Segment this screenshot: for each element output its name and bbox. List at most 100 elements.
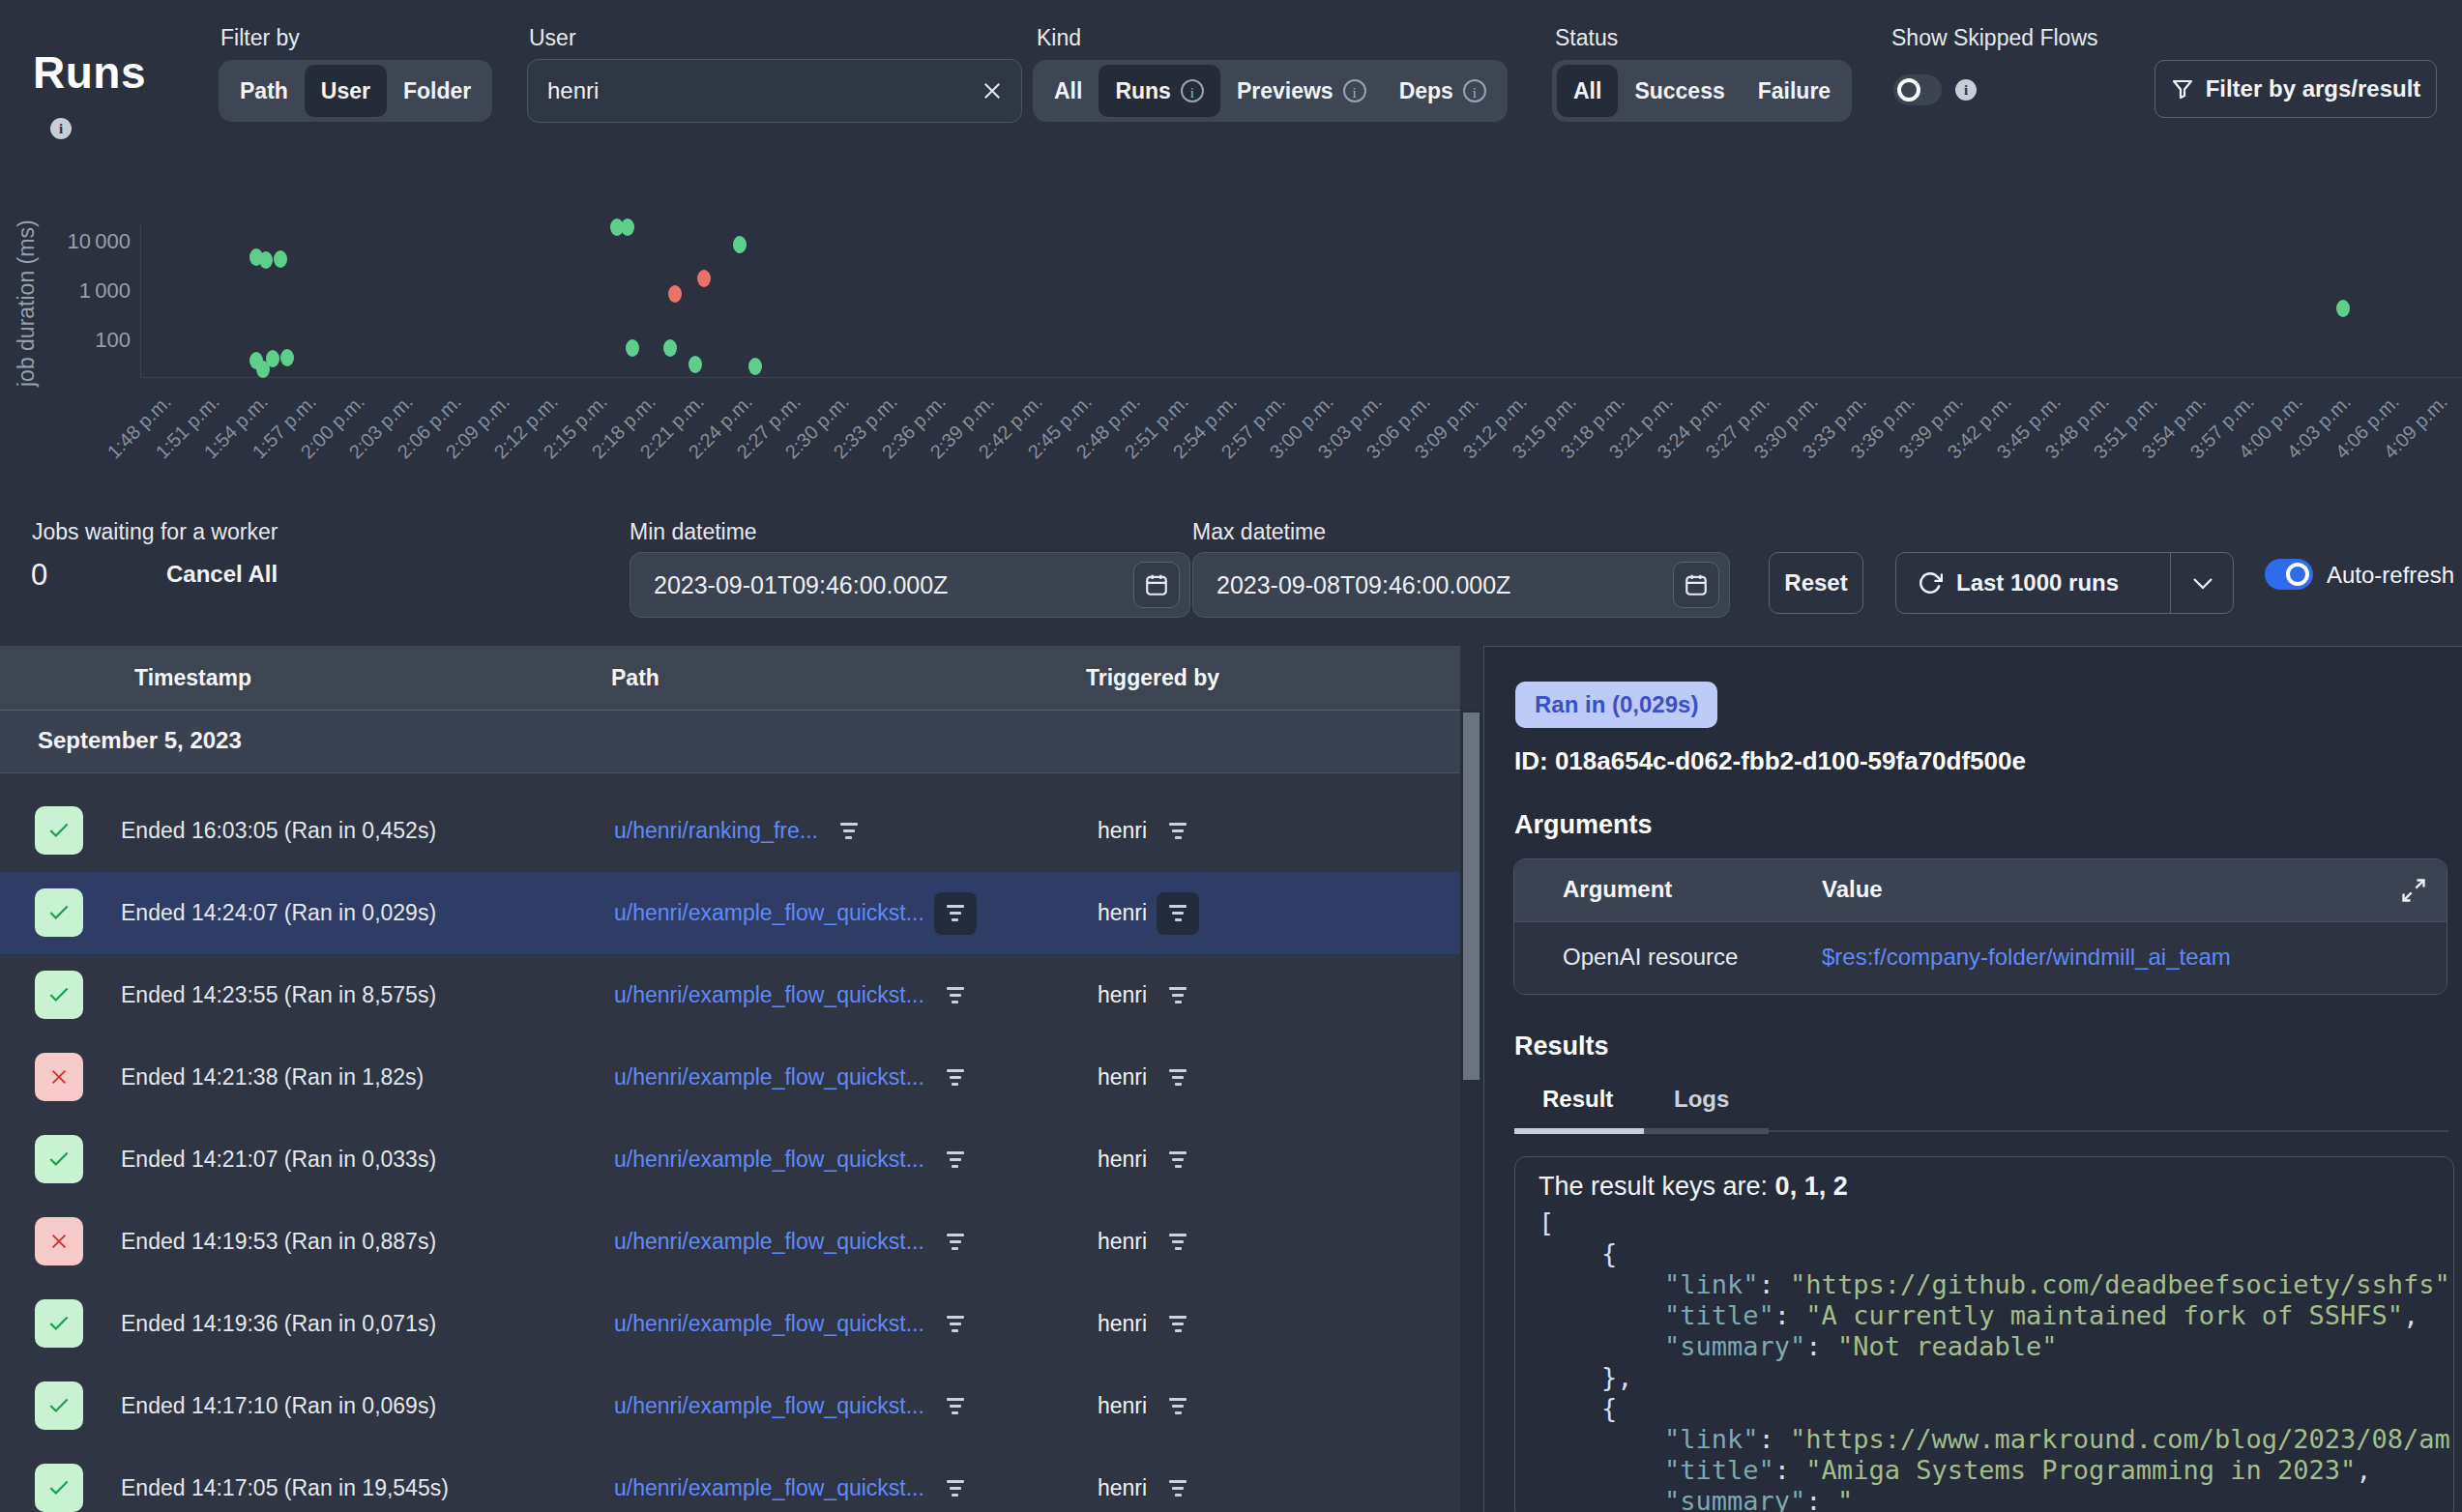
clear-user-filter-icon[interactable] [982, 81, 1002, 101]
deps-info-icon[interactable]: i [1463, 79, 1486, 102]
kind-option-runs[interactable]: Runsi [1099, 65, 1220, 117]
filter-by-path-icon[interactable] [934, 1385, 977, 1428]
failure-icon [35, 1053, 83, 1101]
run-row[interactable]: Ended 14:23:55 (Ran in 8,575s)u/henri/ex… [0, 954, 1460, 1036]
run-path-link[interactable]: u/henri/example_flow_quickst... [614, 1229, 924, 1255]
run-row[interactable]: Ended 14:21:38 (Ran in 1,82s) u/henri/exa… [0, 1036, 1460, 1119]
filter-by-path-icon[interactable] [934, 974, 977, 1017]
run-row[interactable]: Ended 14:24:07 (Ran in 0,029s)u/henri/ex… [0, 872, 1460, 954]
runs-info-icon[interactable]: i [1181, 79, 1204, 102]
run-path-link[interactable]: u/henri/example_flow_quickst... [614, 1311, 924, 1337]
arguments-title: Arguments [1514, 810, 1653, 840]
cancel-all-button[interactable]: Cancel All [166, 561, 278, 588]
filter-by-user-icon[interactable] [1157, 1139, 1199, 1181]
chart-point-success[interactable] [274, 250, 287, 268]
filter-by-option-path[interactable]: Path [223, 65, 305, 117]
run-row[interactable]: Ended 14:19:36 (Ran in 0,071s)u/henri/ex… [0, 1283, 1460, 1365]
status-option-failure[interactable]: Failure [1742, 65, 1847, 117]
run-path-link[interactable]: u/henri/example_flow_quickst... [614, 1147, 924, 1173]
run-timestamp: Ended 14:21:38 (Ran in 1,82s) [121, 1036, 424, 1119]
chart-point-success[interactable] [621, 218, 634, 236]
min-datetime-value: 2023-09-01T09:46:00.000Z [654, 571, 948, 599]
max-datetime-input[interactable]: 2023-09-08T09:46:00.000Z [1192, 552, 1730, 618]
result-tabs: Result Logs [1514, 1082, 2448, 1132]
filter-by-args-button[interactable]: Filter by args/result [2154, 60, 2437, 118]
chart-point-failure[interactable] [697, 270, 711, 287]
run-path-link[interactable]: u/henri/example_flow_quickst... [614, 982, 924, 1008]
auto-refresh-toggle[interactable] [2265, 559, 2313, 590]
chart-point-success[interactable] [733, 236, 747, 253]
filter-by-path-icon[interactable] [934, 1468, 977, 1510]
runs-info-icon[interactable]: i [50, 118, 72, 139]
min-datetime-input[interactable]: 2023-09-01T09:46:00.000Z [630, 552, 1190, 618]
filter-by-path-icon[interactable] [828, 810, 870, 853]
run-row[interactable]: Ended 16:03:05 (Ran in 0,452s)u/henri/ra… [0, 790, 1460, 872]
result-json: [ { "link": "https://github.com/deadbeef… [1539, 1207, 2453, 1512]
chart-point-success[interactable] [663, 339, 677, 357]
refresh-icon [1918, 570, 1943, 596]
run-timestamp: Ended 14:17:05 (Ran in 19,545s) [121, 1447, 449, 1512]
runs-table-header: Timestamp Path Triggered by [0, 646, 1460, 711]
status-option-success[interactable]: Success [1618, 65, 1741, 117]
filter-by-user-icon[interactable] [1157, 1468, 1199, 1510]
chart-point-success[interactable] [259, 251, 273, 269]
filter-by-user-icon[interactable] [1157, 1303, 1199, 1346]
chart-point-success[interactable] [689, 356, 702, 373]
tab-logs[interactable]: Logs [1674, 1086, 1729, 1113]
run-timestamp: Ended 14:21:07 (Ran in 0,033s) [121, 1119, 436, 1201]
success-icon [35, 971, 83, 1019]
tab-result[interactable]: Result [1542, 1086, 1613, 1113]
filter-by-user-icon[interactable] [1157, 892, 1199, 935]
reset-button[interactable]: Reset [1769, 552, 1863, 614]
filter-by-path-icon[interactable] [934, 1139, 977, 1181]
status-option-all[interactable]: All [1557, 65, 1618, 117]
kind-option-all[interactable]: All [1038, 65, 1099, 117]
table-scrollbar-thumb[interactable] [1463, 712, 1480, 1080]
success-icon [35, 1299, 83, 1348]
chart-point-success[interactable] [748, 358, 762, 375]
show-skipped-toggle[interactable] [1893, 74, 1942, 105]
chart-point-success[interactable] [266, 350, 279, 367]
run-path-link[interactable]: u/henri/ranking_fre... [614, 818, 818, 844]
kind-option-previews[interactable]: Previewsi [1220, 65, 1383, 117]
run-path-link[interactable]: u/henri/example_flow_quickst... [614, 900, 924, 926]
filter-by-user-icon[interactable] [1157, 974, 1199, 1017]
filter-by-path-icon[interactable] [934, 1303, 977, 1346]
filter-by-user-icon[interactable] [1157, 1385, 1199, 1428]
auto-refresh-label: Auto-refresh [2327, 562, 2454, 589]
max-datetime-value: 2023-09-08T09:46:00.000Z [1216, 571, 1510, 599]
chart-point-failure[interactable] [668, 285, 682, 303]
arg-value-link[interactable]: $res:f/company-folder/windmill_ai_team [1822, 944, 2231, 971]
y-tick-label: 10 000 [44, 229, 131, 254]
chart-point-success[interactable] [280, 349, 294, 366]
expand-args-icon[interactable] [2400, 877, 2427, 904]
run-row[interactable]: Ended 14:19:53 (Ran in 0,887s)u/henri/ex… [0, 1201, 1460, 1283]
show-skipped-info-icon[interactable]: i [1955, 79, 1977, 101]
run-path-link[interactable]: u/henri/example_flow_quickst... [614, 1064, 924, 1090]
run-row[interactable]: Ended 14:17:05 (Ran in 19,545s) u/henri/e… [0, 1447, 1460, 1512]
run-row[interactable]: Ended 14:17:10 (Ran in 0,069s)u/henri/ex… [0, 1365, 1460, 1447]
run-triggered-by: henri [1098, 1147, 1147, 1173]
filter-by-path-icon[interactable] [934, 1057, 977, 1099]
filter-by-path-icon[interactable] [934, 1221, 977, 1264]
filter-by-user-icon[interactable] [1157, 1057, 1199, 1099]
user-filter-input[interactable]: henri [527, 59, 1022, 123]
max-datetime-calendar-icon[interactable] [1673, 562, 1719, 608]
run-row[interactable]: Ended 14:21:07 (Ran in 0,033s) u/henri/ex… [0, 1119, 1460, 1201]
run-id: ID: 018a654c-d062-fbb2-d100-59fa70df500e [1514, 746, 2026, 776]
chart-point-success[interactable] [626, 339, 639, 357]
success-icon [35, 1135, 83, 1183]
filter-by-option-folder[interactable]: Folder [387, 65, 487, 117]
last-runs-button[interactable]: Last 1000 runs [1895, 552, 2234, 614]
chart-point-success[interactable] [2336, 300, 2350, 317]
filter-by-user-icon[interactable] [1157, 1221, 1199, 1264]
chevron-down-icon[interactable] [2192, 577, 2213, 591]
filter-by-option-user[interactable]: User [305, 65, 387, 117]
filter-by-user-icon[interactable] [1157, 810, 1199, 853]
previews-info-icon[interactable]: i [1343, 79, 1366, 102]
kind-option-deps[interactable]: Depsi [1383, 65, 1503, 117]
min-datetime-calendar-icon[interactable] [1133, 562, 1180, 608]
run-path-link[interactable]: u/henri/example_flow_quickst... [614, 1393, 924, 1419]
run-path-link[interactable]: u/henri/example_flow_quickst... [614, 1475, 924, 1501]
filter-by-path-icon[interactable] [934, 892, 977, 935]
